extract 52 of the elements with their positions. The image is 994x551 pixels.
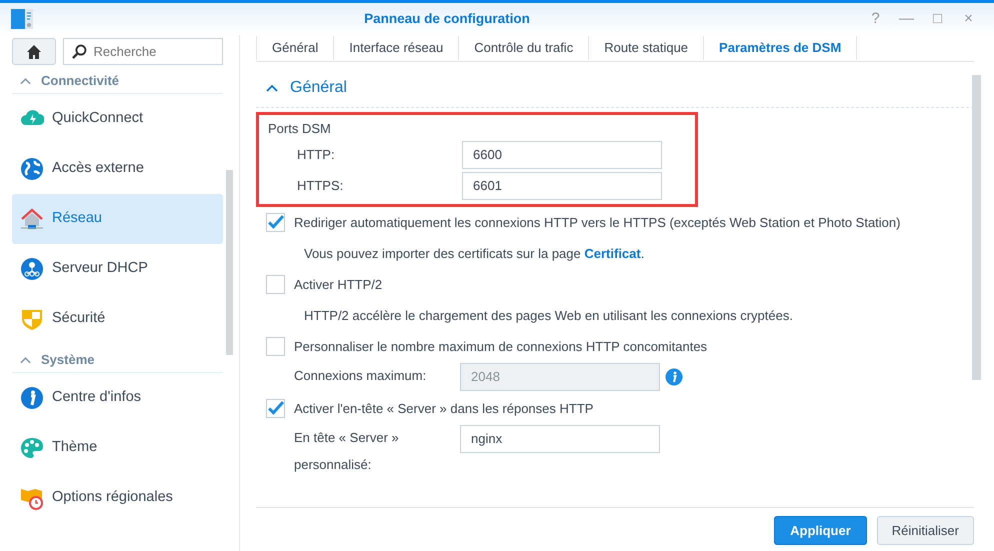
- tab[interactable]: Route statique: [589, 36, 704, 60]
- check-icon: [267, 214, 284, 231]
- info-icon: [20, 386, 44, 410]
- search-field[interactable]: Recherche: [62, 38, 223, 65]
- globe-icon: [20, 157, 44, 182]
- sidebar-item[interactable]: QuickConnect: [12, 94, 223, 144]
- sidebar-item[interactable]: Réseau: [12, 194, 223, 244]
- checkbox[interactable]: [266, 275, 285, 294]
- checkbox-label: Activer l'en-tête « Server » dans les réponses HTTP: [294, 400, 594, 418]
- checkbox-label: Activer HTTP/2: [294, 276, 382, 294]
- field-label: HTTP:: [296, 146, 336, 164]
- field-label: HTTPS:: [296, 176, 344, 195]
- checkbox[interactable]: [266, 337, 285, 356]
- description-text: HTTP/2 accélère le chargement des pages Web en utilisant les connexions cryptées.: [303, 306, 793, 325]
- window-title: Panneau de configuration: [363, 10, 531, 28]
- description-text: Vous pouvez importer des certificats sur la page Certificat.: [303, 244, 644, 263]
- checkbox-label: Personnaliser le nombre maximum de connexions HTTP concomitantes: [294, 338, 708, 356]
- scrollbar[interactable]: [226, 170, 233, 355]
- check-icon: [267, 400, 284, 417]
- reset-button[interactable]: Réinitialiser: [876, 516, 974, 545]
- sidebar-item[interactable]: Serveur DHCP: [12, 244, 223, 294]
- network-icon: [20, 257, 44, 282]
- input-field[interactable]: nginx: [460, 425, 660, 453]
- sidebar-item[interactable]: Thème: [12, 423, 223, 474]
- map-clock-icon: [20, 486, 44, 510]
- tab[interactable]: Paramètres de DSM: [704, 36, 858, 60]
- checkbox-label: Rediriger automatiquement les connexions HTTP vers le HTTPS (exceptés Web Station et Photo Station): [294, 214, 900, 232]
- group-label: Ports DSM: [268, 120, 332, 138]
- sidebar-item[interactable]: Sécurité: [12, 294, 223, 344]
- tab[interactable]: Général: [256, 36, 334, 60]
- checkbox[interactable]: [266, 399, 285, 418]
- palette-icon: [20, 436, 44, 460]
- input-field: 2048: [460, 363, 660, 391]
- sidebar-item[interactable]: Options régionales: [12, 473, 223, 524]
- scrollbar[interactable]: [972, 75, 981, 380]
- section-header[interactable]: Système: [12, 347, 223, 374]
- home-icon: [26, 44, 42, 60]
- sidebar-item[interactable]: Accès externe: [12, 144, 223, 194]
- app-icon: [10, 7, 34, 31]
- tab[interactable]: Contrôle du trafic: [459, 36, 590, 60]
- checkbox[interactable]: [266, 213, 285, 232]
- section-header[interactable]: Connectivité: [12, 68, 223, 94]
- shield-icon: [20, 307, 44, 332]
- house-icon: [20, 207, 44, 232]
- input-field[interactable]: 6601: [462, 172, 662, 200]
- field-label: En tête « Server » personnalisé:: [293, 429, 400, 474]
- certificate-link[interactable]: Certificat: [584, 246, 641, 261]
- field-label: Connexions maximum:: [293, 367, 428, 385]
- tab[interactable]: Interface réseau: [334, 36, 460, 60]
- sidebar-item[interactable]: Centre d'infos: [12, 373, 223, 424]
- home-button[interactable]: [12, 38, 56, 65]
- input-field[interactable]: 6600: [462, 140, 662, 168]
